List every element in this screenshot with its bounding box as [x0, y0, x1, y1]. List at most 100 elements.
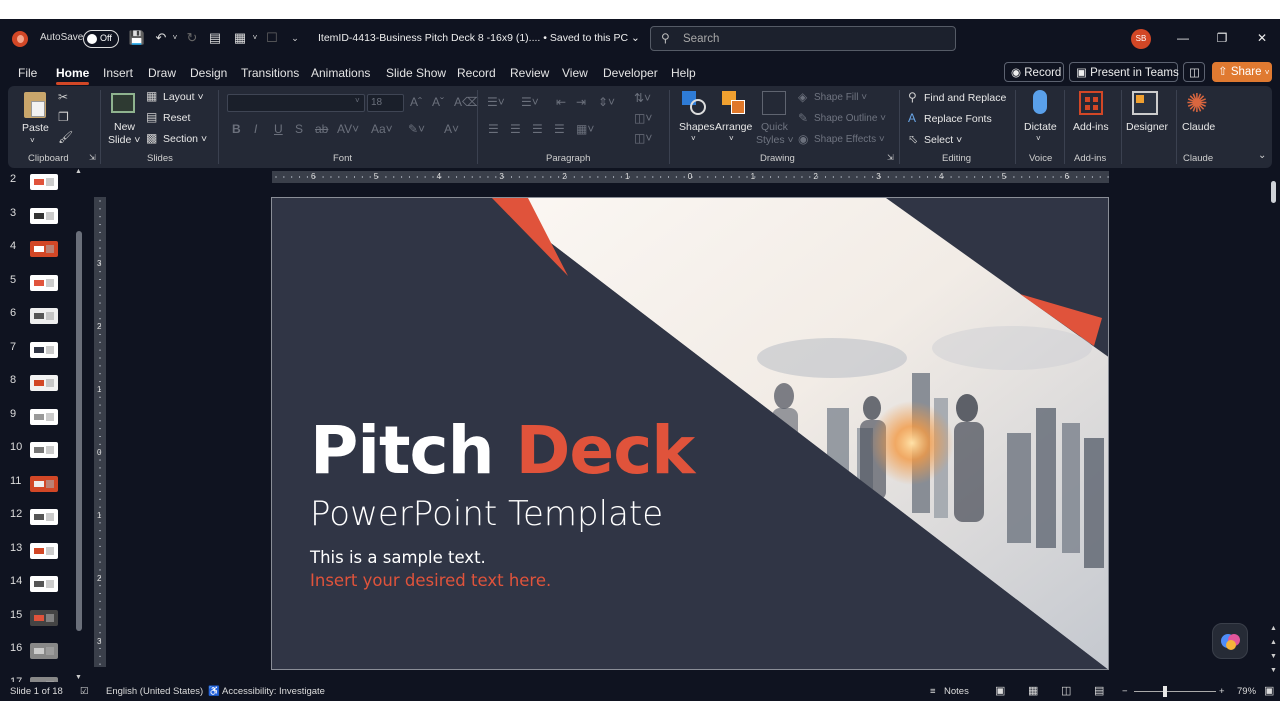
shape-effects-button[interactable]: Shape Effects ˅ [814, 134, 885, 145]
tab-draw[interactable]: Draw [148, 66, 176, 80]
align-text-icon[interactable]: ◫˅ [634, 111, 652, 125]
slide-thumbnail[interactable] [30, 442, 58, 458]
layout-icon[interactable]: ▦ [146, 89, 157, 103]
decrease-indent-icon[interactable]: ⇤ [556, 95, 566, 109]
layout-dropdown-icon[interactable]: ˅ [246, 29, 264, 47]
customize-qat-icon[interactable]: ⌄ [286, 29, 304, 47]
present-in-teams-button[interactable]: ▣ Present in Teams [1069, 62, 1179, 82]
normal-view-icon[interactable]: ▣ [995, 684, 1005, 697]
prev-slide-icon[interactable]: ▲ [1270, 639, 1277, 646]
tab-file[interactable]: File [18, 66, 37, 80]
copilot-button[interactable] [1212, 623, 1248, 659]
arrange-button[interactable]: Arrange [715, 121, 752, 133]
editor-scrollbar[interactable]: ▲ ▲ ▼ ▼ [1270, 179, 1278, 679]
slide-thumbnail[interactable] [30, 207, 58, 224]
spellcheck-icon[interactable]: ☑ [80, 686, 89, 697]
find-icon[interactable]: ⚲ [908, 90, 917, 104]
find-replace-button[interactable]: Find and Replace [924, 92, 1006, 104]
slide-sorter-icon[interactable]: ▦ [1028, 684, 1038, 697]
language-indicator[interactable]: English (United States) [106, 686, 203, 697]
slide-thumbnail[interactable] [30, 509, 58, 525]
fit-to-window-icon[interactable]: ▣ [1264, 684, 1274, 697]
slide-thumbnail[interactable] [30, 609, 58, 626]
line-spacing-icon[interactable]: ⇕˅ [598, 95, 615, 109]
slide-thumbnail[interactable] [30, 643, 58, 659]
slide-thumbnail[interactable] [30, 274, 58, 291]
undo-dropdown-icon[interactable]: ˅ [166, 29, 184, 47]
tab-insert[interactable]: Insert [103, 66, 133, 80]
section-button[interactable]: Section ˅ [163, 133, 207, 145]
scrollbar-thumb[interactable] [76, 231, 82, 631]
font-color-icon[interactable]: A˅ [444, 122, 459, 136]
tab-transitions[interactable]: Transitions [241, 66, 299, 80]
accessibility-status[interactable]: Accessibility: Investigate [222, 686, 325, 697]
tab-slide-show[interactable]: Slide Show [386, 66, 446, 80]
zoom-level[interactable]: 79% [1237, 686, 1256, 697]
layout-button[interactable]: Layout ˅ [163, 91, 204, 103]
reset-button[interactable]: Reset [163, 112, 190, 124]
tab-home[interactable]: Home [56, 66, 90, 85]
tab-design[interactable]: Design [190, 66, 227, 80]
scroll-up-icon[interactable]: ▲ [1270, 625, 1277, 632]
increase-indent-icon[interactable]: ⇥ [576, 95, 586, 109]
slide-thumbnail[interactable] [30, 174, 58, 190]
save-icon[interactable]: 💾 [128, 29, 146, 47]
claude-icon[interactable]: ✺ [1186, 88, 1208, 119]
text-direction-icon[interactable]: ⇅˅ [634, 91, 651, 105]
clear-formatting-icon[interactable]: A⌫ [454, 95, 479, 109]
change-case-icon[interactable]: Aa˅ [371, 122, 393, 136]
slide-thumbnail[interactable] [30, 475, 58, 492]
cut-icon[interactable]: ✂ [58, 90, 68, 104]
slide-thumbnail[interactable] [30, 375, 58, 391]
tab-record[interactable]: Record [457, 66, 496, 80]
align-right-icon[interactable]: ☰ [532, 122, 543, 136]
slide-accent-text[interactable]: Insert your desired text here. [310, 571, 551, 590]
claude-button[interactable]: Claude [1182, 121, 1215, 133]
slide-thumbnail[interactable] [30, 241, 58, 257]
microphone-icon[interactable] [1033, 90, 1047, 114]
numbering-icon[interactable]: ☰˅ [521, 95, 539, 109]
shadow-icon[interactable]: S [295, 122, 303, 136]
quick-styles-icon[interactable] [762, 91, 786, 115]
document-title[interactable]: ItemID-4413-Business Pitch Deck 8 -16x9 … [318, 32, 640, 44]
decrease-font-icon[interactable]: Aˇ [432, 95, 444, 109]
shape-outline-icon[interactable]: ✎ [798, 111, 808, 125]
tab-animations[interactable]: Animations [311, 66, 370, 80]
copy-icon[interactable]: ❐ [58, 110, 69, 124]
tab-developer[interactable]: Developer [603, 66, 658, 80]
scroll-down-icon[interactable]: ▼ [1270, 667, 1277, 674]
quick-styles-label-2[interactable]: Styles ˅ [756, 134, 794, 146]
justify-icon[interactable]: ☰ [554, 122, 565, 136]
quick-styles-button[interactable]: Quick [761, 121, 788, 133]
minimize-icon[interactable]: — [1175, 31, 1191, 45]
designer-icon[interactable] [1132, 91, 1158, 115]
notes-button[interactable]: Notes [944, 686, 969, 697]
autosave-toggle[interactable]: Off [83, 30, 119, 48]
present-from-start-icon[interactable]: ▤ [206, 29, 224, 47]
section-icon[interactable]: ▩ [146, 131, 157, 145]
columns-icon[interactable]: ▦˅ [576, 122, 594, 136]
paste-button[interactable]: Paste [22, 122, 49, 134]
new-slide-icon[interactable] [111, 93, 135, 113]
char-spacing-icon[interactable]: AV˅ [337, 122, 359, 136]
strikethrough-icon[interactable]: ab [315, 122, 328, 136]
increase-font-icon[interactable]: Aˆ [410, 95, 422, 109]
shapes-button[interactable]: Shapes [679, 121, 715, 133]
shapes-icon[interactable] [682, 91, 708, 115]
replace-fonts-button[interactable]: Replace Fonts [924, 113, 992, 125]
slideshow-view-icon[interactable]: ▤ [1094, 684, 1104, 697]
record-button[interactable]: ◉ Record [1004, 62, 1064, 82]
bullets-icon[interactable]: ☰˅ [487, 95, 505, 109]
collapse-ribbon-icon[interactable]: ⌄ [1258, 150, 1266, 161]
replace-fonts-icon[interactable]: A [908, 111, 916, 125]
comment-qat-icon[interactable]: ☐ [263, 29, 281, 47]
comments-button[interactable]: ◫ [1183, 62, 1205, 82]
slide-subtitle[interactable]: PowerPoint Template [310, 494, 663, 534]
dictate-button[interactable]: Dictate [1024, 121, 1057, 133]
restore-icon[interactable]: ❐ [1214, 31, 1230, 45]
addins-icon[interactable] [1079, 91, 1103, 115]
zoom-slider[interactable] [1134, 691, 1216, 692]
scroll-up-icon[interactable]: ▲ [75, 168, 82, 175]
tab-view[interactable]: View [562, 66, 588, 80]
zoom-slider-thumb[interactable] [1163, 686, 1167, 697]
